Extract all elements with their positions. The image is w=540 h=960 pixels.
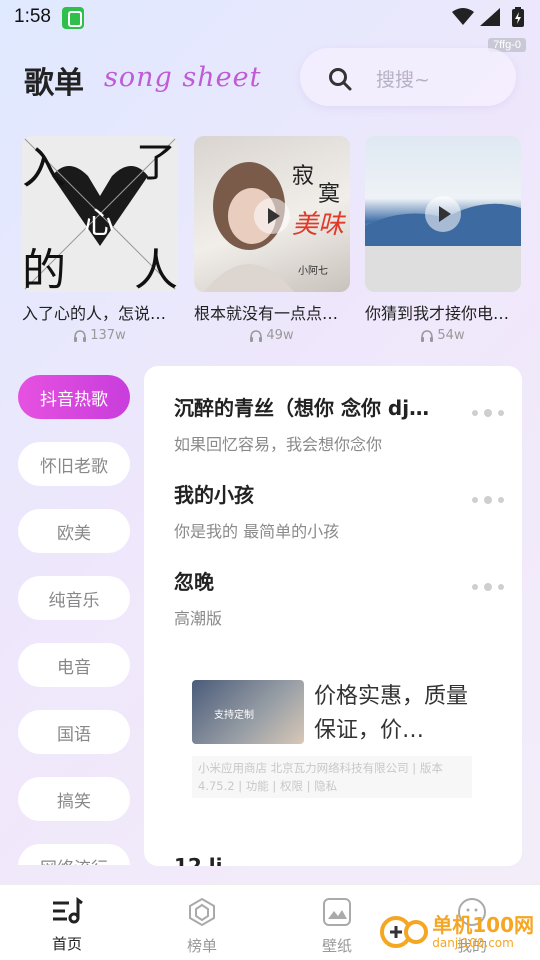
search-icon: [329, 68, 352, 91]
tab-label: 首页: [51, 935, 82, 953]
headphones-icon: [74, 329, 87, 342]
song-item[interactable]: 沉醉的青丝（想你 念你 dj… 如果回忆容易，我会想你念你: [174, 392, 504, 455]
category-item[interactable]: 欧美: [18, 509, 130, 553]
wifi-icon: [452, 8, 474, 25]
cover-text: 人: [134, 245, 178, 292]
music-list-icon: [53, 897, 83, 924]
category-item-active[interactable]: 抖音热歌: [18, 375, 130, 419]
playlist-title[interactable]: 根本就没有一点点…: [194, 300, 354, 324]
play-icon[interactable]: [425, 196, 461, 232]
cover-text: 的: [22, 245, 66, 292]
ad-image[interactable]: 支持定制: [192, 680, 304, 744]
watermark-logo-icon: [380, 916, 429, 948]
status-icons: [452, 8, 500, 26]
category-item[interactable]: 电音: [18, 643, 130, 687]
ad-info[interactable]: 小米应用商店 北京瓦力网络科技有限公司 | 版本 4.75.2 | 功能 | 权…: [192, 756, 472, 798]
battery-icon: [512, 7, 524, 27]
more-options-icon[interactable]: [472, 583, 504, 591]
tab-wallpaper[interactable]: 壁纸: [297, 897, 377, 956]
tab-home[interactable]: 首页: [27, 897, 107, 954]
playlist-title[interactable]: 入了心的人，怎说…: [22, 300, 182, 324]
song-title-partial[interactable]: 12 li: [174, 854, 223, 866]
cover-text: 寂: [292, 164, 315, 189]
playlist-cover[interactable]: 寂 寞 美味 小阿七: [194, 136, 350, 292]
song-title[interactable]: 我的小孩: [174, 479, 459, 508]
page-title-script: song sheet: [104, 62, 262, 93]
ranking-icon: [189, 897, 215, 927]
song-title[interactable]: 忽晚: [174, 566, 459, 595]
play-icon[interactable]: [254, 198, 290, 234]
song-item[interactable]: 忽晚 高潮版: [174, 566, 504, 629]
category-item[interactable]: 怀旧老歌: [18, 442, 130, 486]
playlist-card[interactable]: 寂 寞 美味 小阿七 根本就没有一点点… 49w: [194, 136, 350, 343]
headphones-icon: [421, 329, 434, 342]
more-options-icon[interactable]: [472, 409, 504, 417]
cover-text: 美味: [292, 210, 345, 240]
page-title: 歌单: [24, 66, 84, 101]
app-notification-icon: [62, 7, 84, 29]
signal-icon: [480, 8, 500, 26]
category-item[interactable]: 国语: [18, 710, 130, 754]
play-count: 137w: [22, 328, 178, 343]
play-count-value: 49w: [266, 328, 294, 343]
status-time: 1:58: [14, 6, 51, 27]
ad-text[interactable]: 价格实惠，质量保证，价…: [314, 680, 474, 748]
song-list-panel[interactable]: 沉醉的青丝（想你 念你 dj… 如果回忆容易，我会想你念你 我的小孩 你是我的 …: [144, 366, 522, 866]
ad-image-text: 支持定制: [214, 710, 254, 721]
tab-label: 壁纸: [321, 937, 352, 955]
playlist-carousel[interactable]: 入 了 心 的 人 入了心的人，怎说… 137w 寂 寞 美味 小阿七 根本就没…: [22, 136, 540, 348]
category-item[interactable]: 纯音乐: [18, 576, 130, 620]
song-subtitle: 如果回忆容易，我会想你念你: [174, 435, 383, 454]
cover-text: 入: [22, 143, 66, 194]
cover-text: 了: [136, 140, 176, 186]
tab-ranking[interactable]: 榜单: [162, 897, 242, 956]
play-count-value: 137w: [90, 328, 126, 343]
song-title[interactable]: 沉醉的青丝（想你 念你 dj…: [174, 392, 459, 421]
status-bar: 1:58: [0, 0, 540, 36]
song-subtitle: 高潮版: [174, 609, 223, 628]
cover-text: 小阿七: [298, 266, 328, 277]
category-item[interactable]: 网络流行: [18, 844, 130, 865]
watermark: 单机100网 danji100.com: [380, 912, 534, 952]
play-count-value: 54w: [437, 328, 465, 343]
category-item[interactable]: 搞笑: [18, 777, 130, 821]
headphones-icon: [250, 329, 263, 342]
search-bar[interactable]: 搜搜~: [300, 48, 516, 106]
category-list[interactable]: 抖音热歌 怀旧老歌 欧美 纯音乐 电音 国语 搞笑 网络流行: [18, 375, 132, 865]
song-item[interactable]: 我的小孩 你是我的 最简单的小孩: [174, 479, 504, 542]
play-count: 54w: [365, 328, 521, 343]
tab-label: 榜单: [186, 937, 217, 955]
more-options-icon[interactable]: [472, 496, 504, 504]
play-count: 49w: [194, 328, 350, 343]
playlist-cover[interactable]: [365, 136, 521, 292]
watermark-line2: danji100.com: [432, 936, 514, 950]
watermark-line1: 单机100网: [432, 913, 534, 937]
wallpaper-icon: [323, 898, 351, 926]
playlist-title[interactable]: 你猜到我才接你电…: [365, 300, 525, 324]
playlist-cover[interactable]: 入 了 心 的 人: [22, 136, 178, 292]
song-subtitle: 你是我的 最简单的小孩: [174, 522, 340, 541]
cover-text: 心: [84, 206, 114, 241]
playlist-card[interactable]: 入 了 心 的 人 入了心的人，怎说… 137w: [22, 136, 178, 343]
playlist-card[interactable]: 你猜到我才接你电… 54w: [365, 136, 521, 343]
search-placeholder: 搜搜~: [376, 69, 430, 91]
